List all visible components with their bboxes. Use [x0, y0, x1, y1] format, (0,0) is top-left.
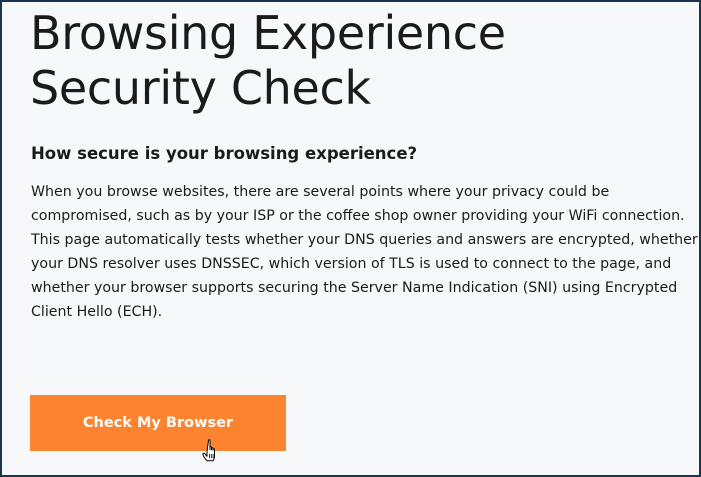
description-text: When you browse websites, there are seve…: [31, 184, 698, 320]
hand-pointer-icon: [202, 439, 215, 462]
check-my-browser-button[interactable]: Check My Browser: [30, 395, 286, 451]
page-title: Browsing Experience Security Check: [30, 6, 506, 115]
page-frame: Browsing Experience Security Check How s…: [0, 0, 701, 477]
section-subtitle: How secure is your browsing experience?: [31, 144, 418, 163]
